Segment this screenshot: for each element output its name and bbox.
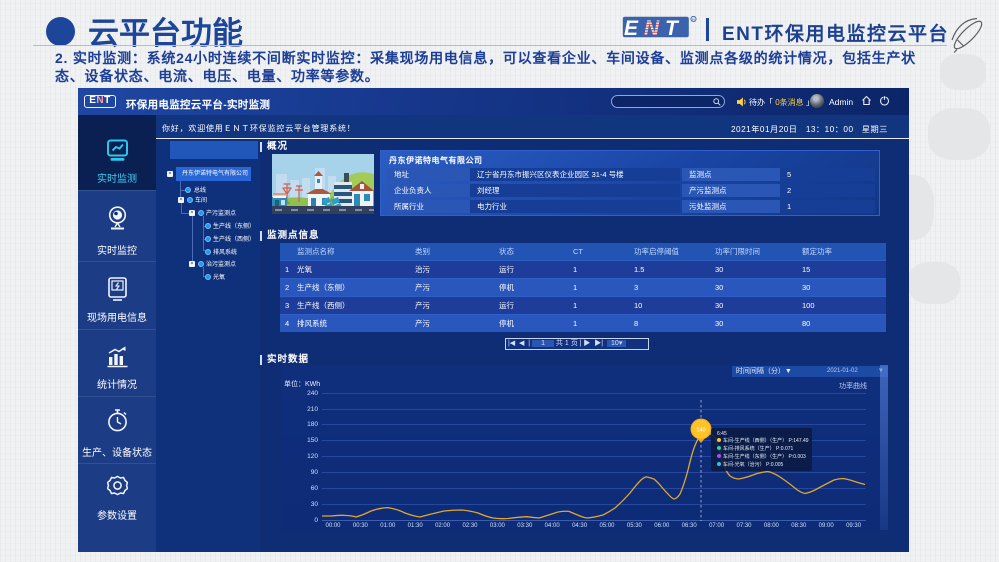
- svg-text:N: N: [644, 17, 660, 39]
- svg-text:T: T: [665, 17, 680, 39]
- svg-text:R: R: [692, 17, 695, 22]
- svg-text:140: 140: [696, 427, 705, 433]
- svg-text:E: E: [624, 17, 639, 39]
